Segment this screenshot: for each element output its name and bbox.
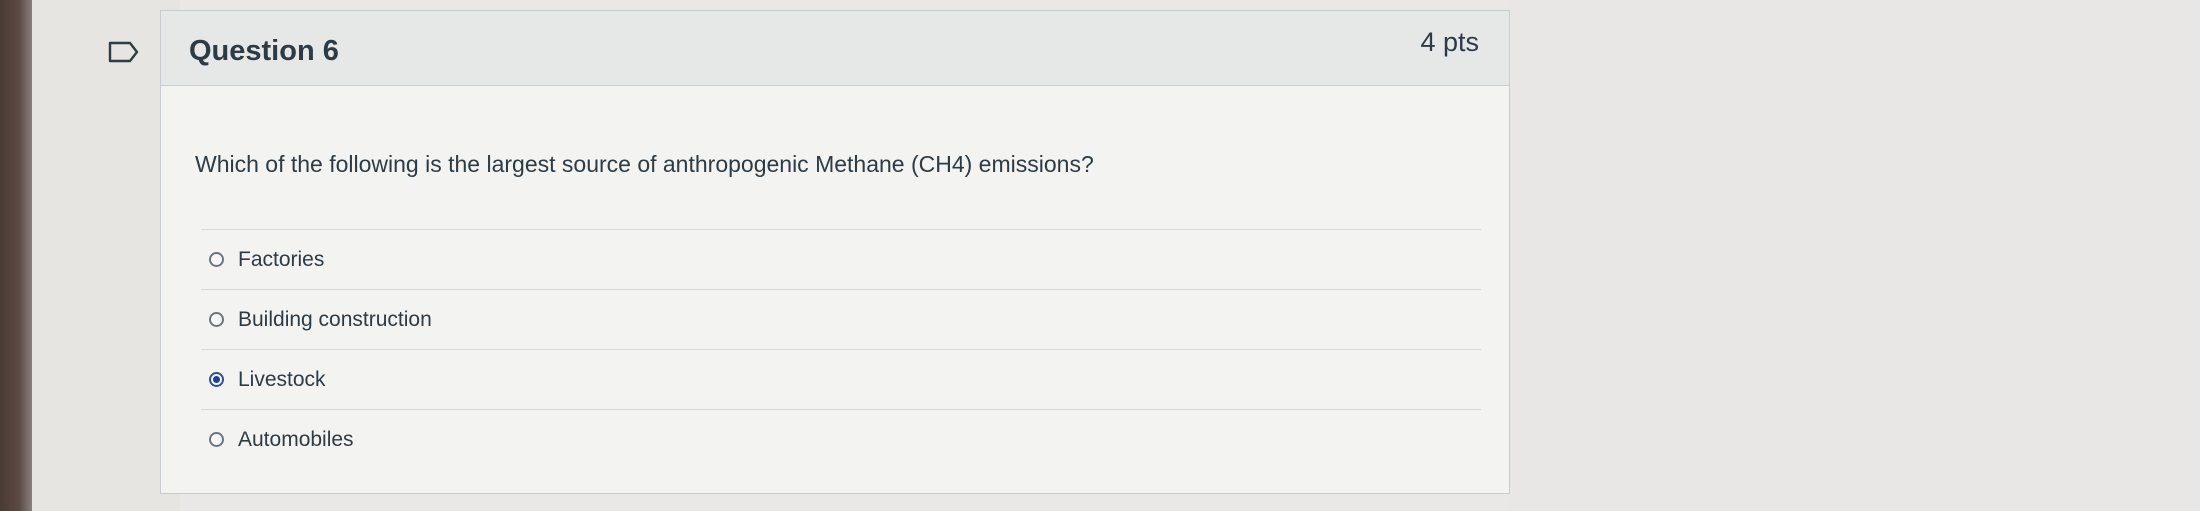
radio-button[interactable]	[209, 252, 224, 267]
radio-button-selected[interactable]	[209, 372, 224, 387]
radio-button[interactable]	[209, 312, 224, 327]
question-header: Question 6 4 pts	[161, 11, 1509, 86]
answer-option-building-construction[interactable]: Building construction	[201, 289, 1481, 349]
page-background-right	[1510, 0, 2200, 511]
answer-list: Factories Building construction Livestoc…	[201, 229, 1481, 469]
answer-label: Livestock	[238, 367, 326, 391]
answer-option-livestock[interactable]: Livestock	[201, 349, 1481, 409]
answer-label: Factories	[238, 247, 325, 271]
question-text: Which of the following is the largest so…	[195, 151, 1094, 177]
flag-icon[interactable]	[108, 40, 140, 64]
answer-option-automobiles[interactable]: Automobiles	[201, 409, 1481, 469]
question-card: Question 6 4 pts Which of the following …	[160, 10, 1510, 494]
question-title: Question 6	[189, 35, 339, 67]
answer-label: Building construction	[238, 307, 432, 331]
page-background-left	[32, 0, 180, 511]
answer-label: Automobiles	[238, 427, 354, 451]
question-points: 4 pts	[1420, 27, 1479, 57]
answer-option-factories[interactable]: Factories	[201, 229, 1481, 289]
screen-left-edge	[0, 0, 32, 511]
radio-button[interactable]	[209, 432, 224, 447]
